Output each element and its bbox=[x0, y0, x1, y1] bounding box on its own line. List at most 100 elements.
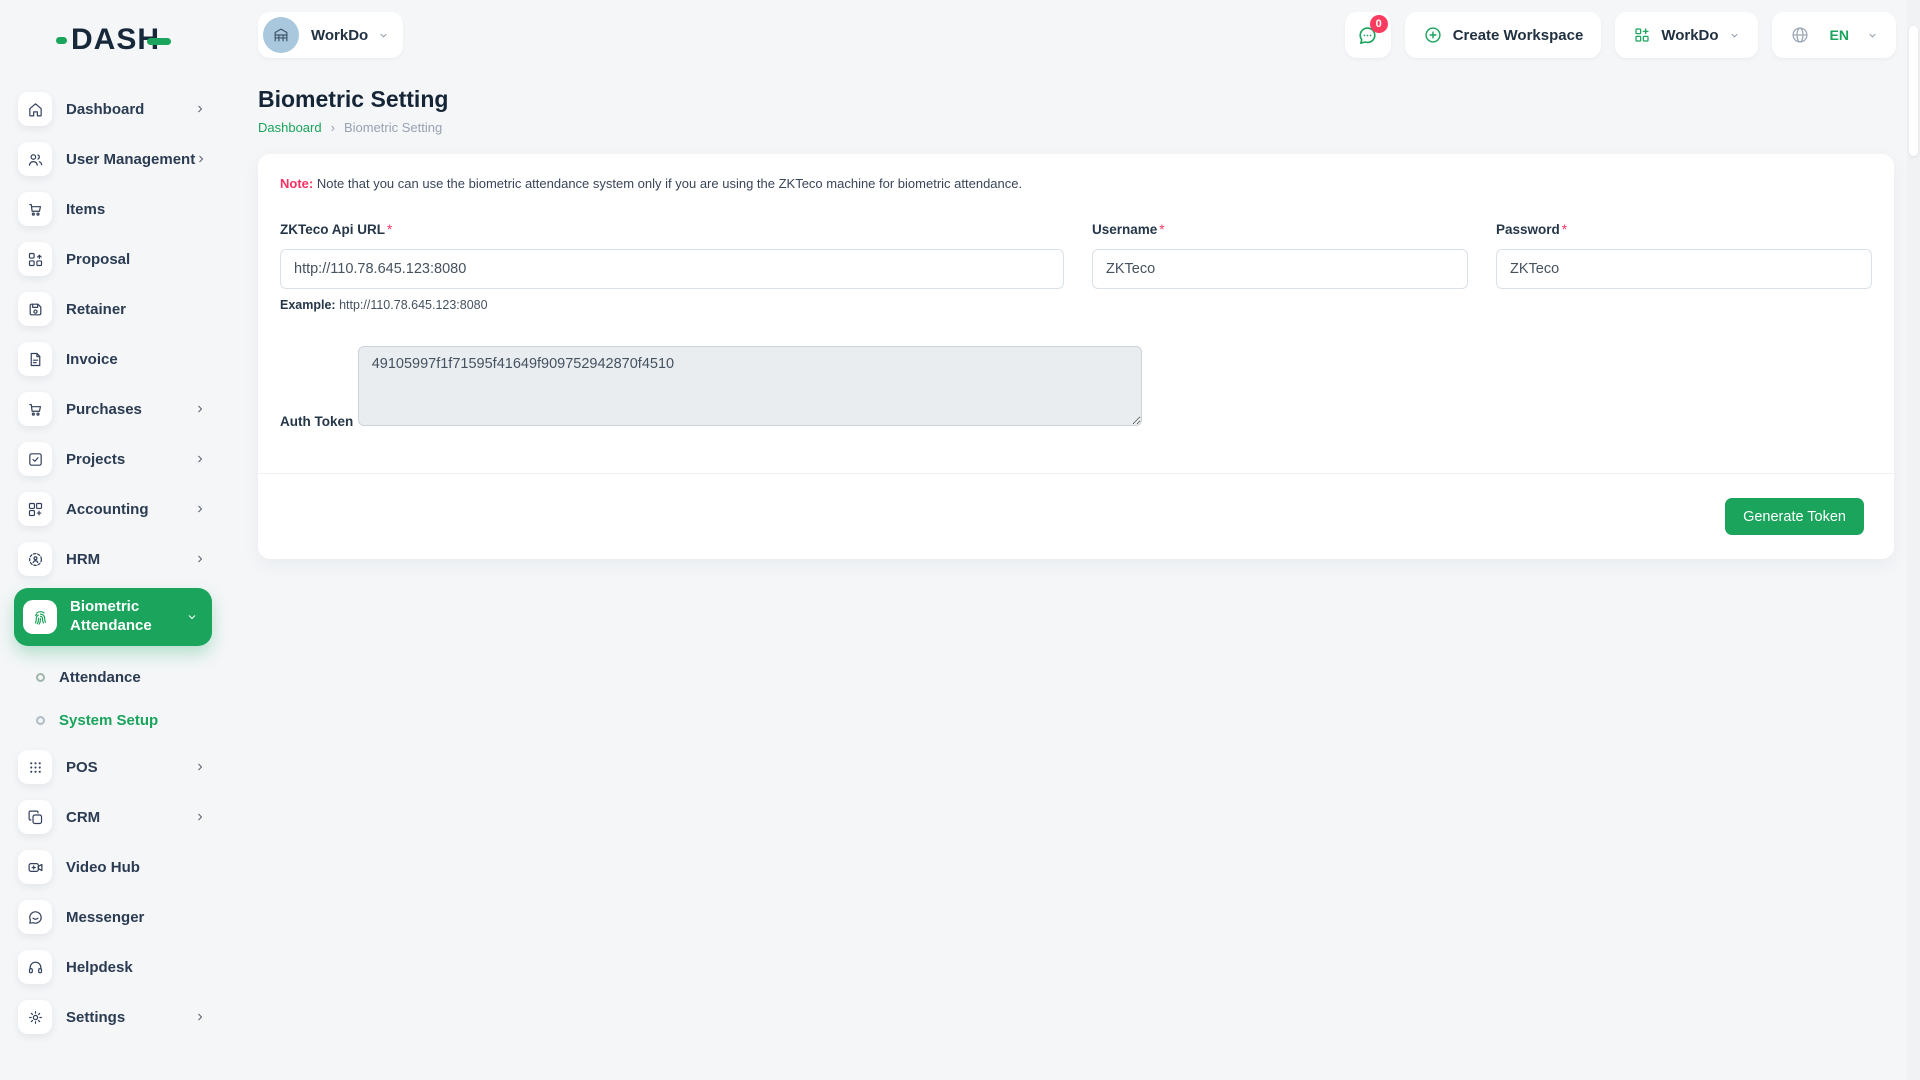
check-square-icon bbox=[18, 442, 52, 476]
biometric-setting-card: Note: Note that you can use the biometri… bbox=[258, 154, 1894, 559]
breadcrumb-separator: › bbox=[331, 120, 335, 135]
workspace-switcher-label: WorkDo bbox=[1661, 27, 1718, 44]
sidebar-item-label: Projects bbox=[66, 451, 125, 468]
sidebar-item-pos[interactable]: POS bbox=[0, 750, 232, 784]
sidebar-item-biometric-attendance[interactable]: Biometric Attendance bbox=[14, 588, 212, 646]
note-text: Note: Note that you can use the biometri… bbox=[280, 176, 1872, 191]
app-logo[interactable]: DASH bbox=[56, 20, 232, 60]
topbar: WorkDo 0 Create Workspace WorkDo EN bbox=[232, 0, 1920, 62]
main-area: WorkDo 0 Create Workspace WorkDo EN bbox=[232, 0, 1920, 1080]
users-icon bbox=[18, 142, 52, 176]
password-field-group: Password* bbox=[1496, 221, 1872, 312]
sidebar: DASH Dashboard User Management Items Propos… bbox=[0, 0, 232, 1080]
sidebar-item-purchases[interactable]: Purchases bbox=[0, 392, 232, 426]
sidebar-item-label: Messenger bbox=[66, 909, 144, 926]
sidebar-item-label: HRM bbox=[66, 551, 100, 568]
sidebar-item-user-management[interactable]: User Management bbox=[0, 142, 232, 176]
sidebar-item-video-hub[interactable]: Video Hub bbox=[0, 850, 232, 884]
logo-accent-bar bbox=[147, 38, 171, 45]
crm-icon bbox=[18, 800, 52, 834]
sidebar-menu: Dashboard User Management Items Proposal Ret… bbox=[0, 92, 232, 1034]
workspace-avatar bbox=[263, 17, 299, 53]
sidebar-item-label: Dashboard bbox=[66, 101, 144, 118]
sidebar-item-projects[interactable]: Projects bbox=[0, 442, 232, 476]
scrollbar-thumb[interactable] bbox=[1909, 26, 1918, 156]
chevron-down-icon bbox=[378, 30, 389, 41]
grid-plus-icon bbox=[18, 492, 52, 526]
sidebar-item-accounting[interactable]: Accounting bbox=[0, 492, 232, 526]
workspace-grid-icon bbox=[1633, 26, 1651, 44]
workspace-name: WorkDo bbox=[311, 27, 368, 44]
sidebar-item-settings[interactable]: Settings bbox=[0, 1000, 232, 1034]
password-input[interactable] bbox=[1496, 249, 1872, 289]
sidebar-item-helpdesk[interactable]: Helpdesk bbox=[0, 950, 232, 984]
scrollbar-track[interactable] bbox=[1907, 0, 1920, 1080]
topbar-actions: 0 Create Workspace WorkDo EN bbox=[1345, 12, 1896, 58]
chevron-down-icon bbox=[1867, 30, 1878, 41]
sidebar-item-label: Accounting bbox=[66, 501, 149, 518]
chevron-right-icon bbox=[194, 761, 206, 773]
messenger-icon bbox=[18, 900, 52, 934]
sidebar-item-label: POS bbox=[66, 759, 98, 776]
sidebar-item-label: User Management bbox=[66, 151, 195, 168]
cart-icon bbox=[18, 192, 52, 226]
auth-token-textarea[interactable]: 49105997f1f71595f41649f909752942870f4510 bbox=[358, 346, 1142, 426]
auth-token-field-group: Auth Token 49105997f1f71595f41649f909752… bbox=[280, 336, 1872, 431]
sidebar-item-retainer[interactable]: Retainer bbox=[0, 292, 232, 326]
create-workspace-button[interactable]: Create Workspace bbox=[1405, 12, 1602, 58]
workspace-switcher[interactable]: WorkDo bbox=[1615, 12, 1757, 58]
username-input[interactable] bbox=[1092, 249, 1468, 289]
messages-button[interactable]: 0 bbox=[1345, 12, 1391, 58]
sidebar-item-label: Video Hub bbox=[66, 859, 140, 876]
sidebar-item-label: CRM bbox=[66, 809, 100, 826]
building-icon bbox=[271, 25, 291, 45]
sidebar-item-label: Proposal bbox=[66, 251, 130, 268]
breadcrumb-dashboard-link[interactable]: Dashboard bbox=[258, 120, 322, 135]
chevron-right-icon bbox=[194, 811, 206, 823]
auth-token-label: Auth Token bbox=[280, 414, 353, 429]
chevron-right-icon bbox=[194, 1011, 206, 1023]
pos-icon bbox=[18, 750, 52, 784]
chevron-right-icon bbox=[194, 553, 206, 565]
sidebar-item-items[interactable]: Items bbox=[0, 192, 232, 226]
generate-token-button[interactable]: Generate Token bbox=[1725, 498, 1864, 535]
globe-icon bbox=[1790, 25, 1810, 45]
sidebar-item-invoice[interactable]: Invoice bbox=[0, 342, 232, 376]
sidebar-subitem-system-setup[interactable]: System Setup bbox=[0, 703, 232, 737]
sidebar-item-hrm[interactable]: HRM bbox=[0, 542, 232, 576]
chevron-right-icon bbox=[194, 103, 206, 115]
headset-icon bbox=[18, 950, 52, 984]
sidebar-subitem-attendance[interactable]: Attendance bbox=[0, 660, 232, 694]
circle-icon bbox=[36, 716, 45, 725]
language-label: EN bbox=[1830, 27, 1849, 43]
username-label: Username* bbox=[1092, 222, 1165, 237]
sidebar-item-label: Invoice bbox=[66, 351, 118, 368]
circle-icon bbox=[36, 673, 45, 682]
password-label: Password* bbox=[1496, 222, 1567, 237]
sidebar-item-label: Helpdesk bbox=[66, 959, 133, 976]
sidebar-item-proposal[interactable]: Proposal bbox=[0, 242, 232, 276]
required-mark: * bbox=[387, 222, 392, 237]
sidebar-item-label: Biometric Attendance bbox=[70, 598, 170, 636]
proposal-icon bbox=[18, 242, 52, 276]
username-field-group: Username* bbox=[1092, 221, 1468, 312]
sidebar-item-label: Purchases bbox=[66, 401, 142, 418]
invoice-icon bbox=[18, 342, 52, 376]
circle-plus-icon bbox=[1423, 25, 1443, 45]
language-selector[interactable]: EN bbox=[1772, 12, 1896, 58]
chevron-right-icon bbox=[194, 453, 206, 465]
messages-badge: 0 bbox=[1370, 15, 1388, 33]
sidebar-item-crm[interactable]: CRM bbox=[0, 800, 232, 834]
chevron-right-icon bbox=[194, 403, 206, 415]
home-icon bbox=[18, 92, 52, 126]
sidebar-item-dashboard[interactable]: Dashboard bbox=[0, 92, 232, 126]
chevron-right-icon bbox=[194, 503, 206, 515]
chevron-right-icon bbox=[195, 153, 207, 165]
retainer-icon bbox=[18, 292, 52, 326]
sidebar-item-messenger[interactable]: Messenger bbox=[0, 900, 232, 934]
sidebar-item-label: Retainer bbox=[66, 301, 126, 318]
api-url-input[interactable] bbox=[280, 249, 1064, 289]
workspace-selector[interactable]: WorkDo bbox=[258, 12, 403, 58]
hrm-icon bbox=[18, 542, 52, 576]
card-footer: Generate Token bbox=[258, 474, 1894, 559]
